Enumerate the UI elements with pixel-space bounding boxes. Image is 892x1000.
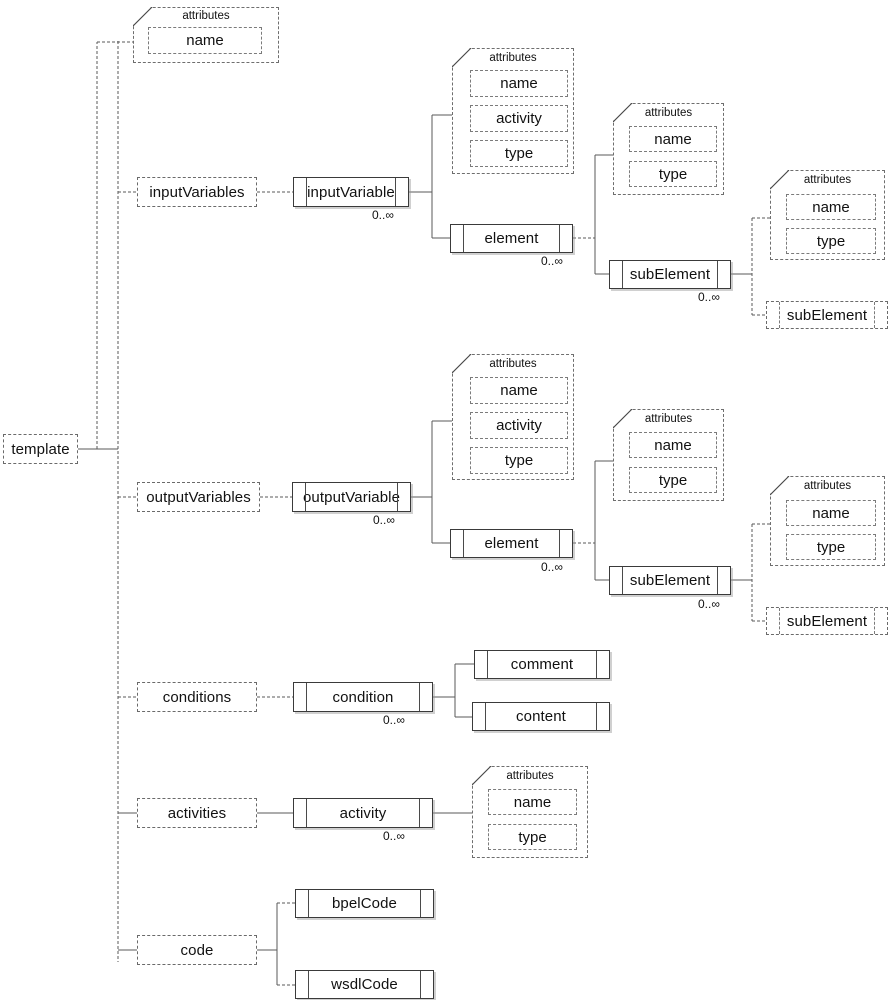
cardinality-condition: 0..∞ bbox=[383, 713, 405, 727]
node-activity[interactable]: activity bbox=[293, 798, 433, 828]
attr-outputVariable-activity[interactable]: activity bbox=[470, 412, 568, 439]
node-inputVariables[interactable]: inputVariables bbox=[137, 177, 257, 207]
node-conditions[interactable]: conditions bbox=[137, 682, 257, 712]
attributes-title-outputVariable: attributes bbox=[489, 358, 537, 370]
node-outputVariable[interactable]: outputVariable bbox=[292, 482, 411, 512]
attr-input-subElement-name[interactable]: name bbox=[786, 194, 876, 220]
cardinality-outputVariable: 0..∞ bbox=[373, 513, 395, 527]
attr-input-subElement-type[interactable]: type bbox=[786, 228, 876, 254]
node-code[interactable]: code bbox=[137, 935, 257, 965]
node-wsdlCode[interactable]: wsdlCode bbox=[295, 970, 434, 999]
connector-lines bbox=[78, 41, 770, 986]
attr-activity-name[interactable]: name bbox=[488, 789, 577, 815]
attr-output-subElement-name[interactable]: name bbox=[786, 500, 876, 526]
node-activities[interactable]: activities bbox=[137, 798, 257, 828]
attr-outputVariable-type[interactable]: type bbox=[470, 447, 568, 474]
attr-input-element-name[interactable]: name bbox=[629, 126, 717, 152]
cardinality-inputVariable: 0..∞ bbox=[372, 208, 394, 222]
node-input-subElement-leaf[interactable]: subElement bbox=[766, 301, 888, 329]
attributes-title-output-subElement: attributes bbox=[803, 480, 852, 492]
attr-inputVariable-activity[interactable]: activity bbox=[470, 105, 568, 132]
node-condition[interactable]: condition bbox=[293, 682, 433, 712]
cardinality-output-element: 0..∞ bbox=[541, 560, 563, 574]
node-bpelCode[interactable]: bpelCode bbox=[295, 889, 434, 918]
node-output-subElement-leaf[interactable]: subElement bbox=[766, 607, 888, 635]
node-input-subElement[interactable]: subElement bbox=[609, 260, 731, 289]
node-output-element[interactable]: element bbox=[450, 529, 573, 558]
cardinality-input-element: 0..∞ bbox=[541, 254, 563, 268]
node-outputVariables[interactable]: outputVariables bbox=[137, 482, 260, 512]
attr-outputVariable-name[interactable]: name bbox=[470, 377, 568, 404]
attributes-title-template: attributes bbox=[182, 10, 230, 22]
attributes-title-input-subElement: attributes bbox=[803, 174, 852, 186]
node-template-text: template bbox=[11, 440, 70, 458]
node-output-subElement[interactable]: subElement bbox=[609, 566, 731, 595]
attr-template-name[interactable]: name bbox=[148, 27, 262, 54]
node-input-element[interactable]: element bbox=[450, 224, 573, 253]
attr-activity-type[interactable]: type bbox=[488, 824, 577, 850]
schema-diagram-canvas: template attributes name inputVariables … bbox=[0, 0, 892, 1000]
attr-output-element-name[interactable]: name bbox=[629, 432, 717, 458]
attributes-title-output-element: attributes bbox=[644, 413, 693, 425]
attributes-title-inputVariable: attributes bbox=[489, 52, 537, 64]
attr-inputVariable-type[interactable]: type bbox=[470, 140, 568, 167]
attributes-title-input-element: attributes bbox=[644, 107, 693, 119]
attr-inputVariable-name[interactable]: name bbox=[470, 70, 568, 97]
attr-output-subElement-type[interactable]: type bbox=[786, 534, 876, 560]
cardinality-activity: 0..∞ bbox=[383, 829, 405, 843]
node-comment[interactable]: comment bbox=[474, 650, 610, 679]
node-template[interactable]: template bbox=[3, 434, 78, 464]
node-inputVariable[interactable]: inputVariable bbox=[293, 177, 409, 207]
attr-output-element-type[interactable]: type bbox=[629, 467, 717, 493]
attr-input-element-type[interactable]: type bbox=[629, 161, 717, 187]
node-content[interactable]: content bbox=[472, 702, 610, 731]
cardinality-input-subElement: 0..∞ bbox=[698, 290, 720, 304]
attributes-title-activity: attributes bbox=[506, 770, 554, 782]
cardinality-output-subElement: 0..∞ bbox=[698, 597, 720, 611]
